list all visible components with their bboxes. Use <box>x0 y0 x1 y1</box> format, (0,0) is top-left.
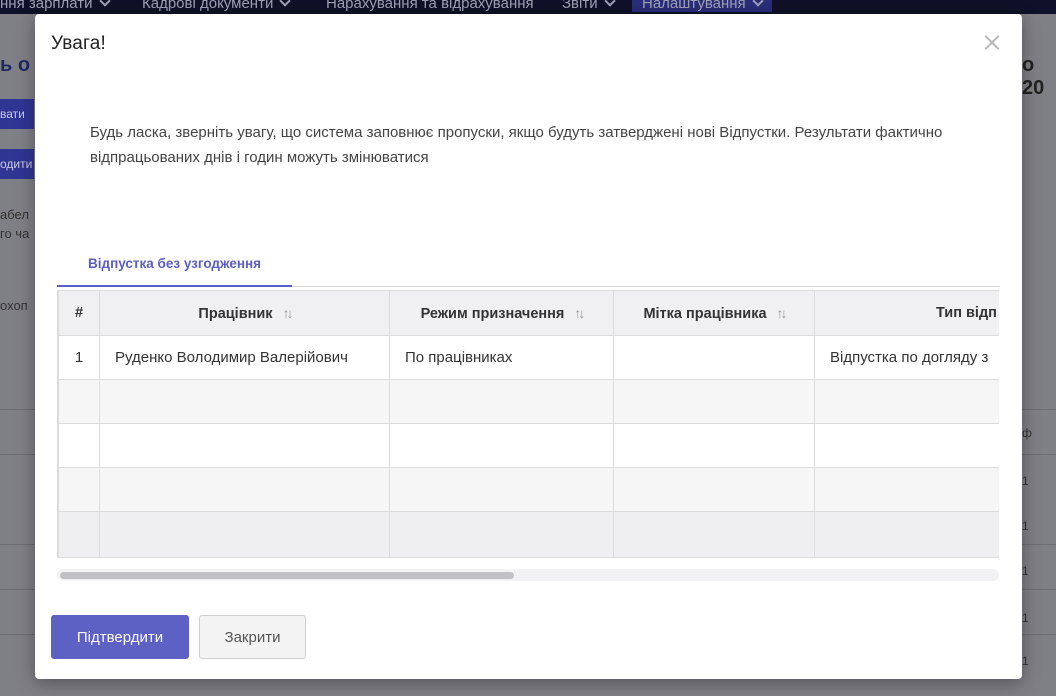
confirm-button[interactable]: Підтвердити <box>51 615 189 659</box>
bg-cell: 1 <box>1022 611 1029 625</box>
table-row-empty <box>58 379 999 424</box>
chevron-down-icon <box>279 0 292 7</box>
column-header-mark[interactable]: Мітка працівника ↑↓ <box>613 290 815 336</box>
table-row-empty <box>58 467 999 512</box>
bg-nav-item-reports: Звіти <box>562 0 616 12</box>
warning-message: Будь ласка, зверніть увагу, що система з… <box>90 124 943 166</box>
sort-icon[interactable]: ↑↓ <box>777 305 788 321</box>
column-header-label: Тип відп <box>936 305 997 321</box>
cell-mark <box>613 335 815 380</box>
column-header-employee[interactable]: Працівник ↑↓ <box>99 290 390 336</box>
tab-leave-without-approval[interactable]: Відпустка без узгодження <box>57 247 293 287</box>
bg-cell: ф <box>1022 426 1032 440</box>
leaves-table: # Працівник ↑↓ Режим призначення ↑↓ Мітка … <box>57 290 999 558</box>
table-header-row: # Працівник ↑↓ Режим призначення ↑↓ Мітка … <box>58 290 999 336</box>
bg-page-title-date: о 20 <box>1022 54 1045 99</box>
bg-cell: 1 <box>1022 654 1029 668</box>
background-top-nav: ння зарплати Кадрові документи Нарахуван… <box>0 0 1056 14</box>
bg-action-button: одити <box>0 149 34 179</box>
cell-mode: По працівниках <box>389 335 614 380</box>
bg-text: го ча <box>0 226 30 241</box>
column-header-label: Мітка працівника <box>643 305 767 322</box>
cell-leave-type: Відпустка по догляду з <box>814 335 999 380</box>
horizontal-scrollbar[interactable] <box>57 569 999 581</box>
bg-cell: 1 <box>1022 474 1029 488</box>
column-header-label: Працівник <box>198 305 273 322</box>
column-header-label: # <box>74 305 84 321</box>
bg-text: охоп <box>0 298 28 313</box>
column-header-mode[interactable]: Режим призначення ↑↓ <box>389 290 614 336</box>
scrollbar-thumb[interactable] <box>60 572 514 579</box>
table-row[interactable]: 1 Руденко Володимир Валерійович По праці… <box>58 335 999 380</box>
chevron-down-icon <box>603 0 616 7</box>
chevron-down-icon <box>98 0 111 7</box>
column-header-leave-type[interactable]: Тип відп <box>814 290 999 336</box>
bg-cell: 1 <box>1022 564 1029 578</box>
bg-nav-item-settings: Налаштування <box>632 0 772 12</box>
bg-nav-item-salary: ння зарплати <box>0 0 111 12</box>
cell-num: 1 <box>58 335 100 380</box>
sort-icon[interactable]: ↑↓ <box>574 305 585 321</box>
bg-text: абел <box>0 207 29 222</box>
chevron-down-icon <box>752 0 764 7</box>
close-button[interactable]: Закрити <box>199 615 306 659</box>
tab-bar: Відпустка без узгодження <box>57 247 1000 287</box>
bg-page-title: ь о <box>0 54 31 76</box>
bg-nav-item-accruals: Нарахування та відрахування <box>326 0 534 12</box>
sort-icon[interactable]: ↑↓ <box>283 305 294 321</box>
bg-nav-item-hr-docs: Кадрові документи <box>142 0 292 12</box>
cell-employee: Руденко Володимир Валерійович <box>99 335 390 380</box>
table-row-empty <box>58 511 999 558</box>
column-header-label: Режим призначення <box>420 305 565 322</box>
warning-modal: Увага! Будь ласка, зверніть увагу, що си… <box>35 14 1022 679</box>
close-icon[interactable] <box>982 32 1002 52</box>
bg-cell: 1 <box>1022 519 1029 533</box>
bg-action-button: вати <box>0 99 34 129</box>
table-row-empty <box>58 423 999 468</box>
modal-title: Увага! <box>51 33 107 54</box>
column-header-num: # <box>58 290 100 336</box>
